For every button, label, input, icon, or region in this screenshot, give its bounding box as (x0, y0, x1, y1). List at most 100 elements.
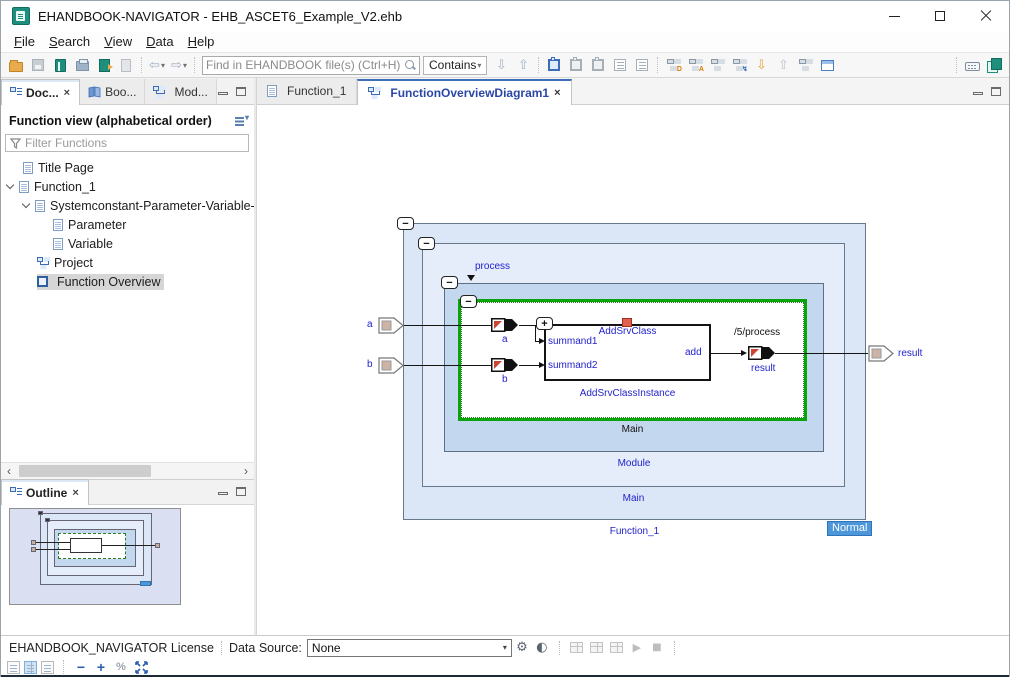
receive-block-b[interactable] (491, 358, 519, 372)
collapse-function-button[interactable]: − (397, 217, 414, 230)
tree-item-parameter[interactable]: Parameter (1, 215, 254, 234)
close-tab-icon[interactable]: × (63, 87, 71, 99)
single-page-view-button[interactable] (7, 661, 20, 674)
import-button[interactable]: ⇩ (751, 54, 771, 76)
tab-function-1[interactable]: Function_1 (257, 78, 357, 104)
pdf-icon (121, 59, 131, 72)
zoom-out-button[interactable]: − (72, 659, 90, 675)
tree-item-function-1[interactable]: Function_1 (1, 177, 254, 196)
export-ebook-button[interactable] (94, 54, 114, 76)
contains-dropdown[interactable]: Contains ▾ (423, 56, 487, 75)
tab-bookmarks[interactable]: Boo... (80, 79, 145, 104)
navigator-tab-row: Doc... × Boo... Mod... (1, 78, 254, 105)
panel-minimize-button[interactable] (218, 92, 228, 95)
tree-item-function-overview[interactable]: Function Overview (1, 272, 254, 291)
ebook-button[interactable] (50, 54, 70, 76)
outline-thumbnail[interactable] (9, 508, 181, 605)
port-a[interactable] (378, 317, 405, 334)
tree-item-variable[interactable]: Variable (1, 234, 254, 253)
panel-maximize-button[interactable] (236, 487, 246, 496)
panel-minimize-button[interactable] (218, 492, 228, 495)
window-close-button[interactable] (963, 1, 1009, 31)
window-minimize-button[interactable] (871, 1, 917, 31)
menu-data[interactable]: Data (139, 32, 180, 51)
measure-view-button[interactable] (568, 640, 586, 656)
collapse-task-button[interactable]: − (460, 295, 477, 308)
tree-item-systemconstant[interactable]: Systemconstant-Parameter-Variable-C (1, 196, 254, 215)
diagram-data-button[interactable]: D (663, 54, 683, 76)
back-button[interactable]: ⇦▾ (147, 54, 167, 76)
tree-item-label: Function Overview (57, 275, 161, 289)
help-books-button[interactable] (984, 54, 1004, 76)
new-window-button[interactable] (817, 54, 837, 76)
next-result-button[interactable]: ⇩ (491, 54, 511, 76)
scrollbar-thumb[interactable] (19, 465, 151, 477)
zoom-percent-button[interactable]: % (112, 659, 130, 675)
contrast-button[interactable]: ◐ (533, 640, 551, 656)
save-button[interactable] (28, 54, 48, 76)
send-block-result[interactable] (748, 346, 776, 360)
editor-maximize-button[interactable] (991, 87, 1001, 96)
close-tab-icon[interactable]: × (554, 87, 560, 99)
diagram-navigate-button[interactable]: ↯ (729, 54, 749, 76)
view-menu-icon[interactable] (235, 116, 248, 126)
collapse-main-button[interactable]: − (418, 237, 435, 250)
fit-to-view-button[interactable] (132, 659, 150, 675)
panel-maximize-button[interactable] (236, 87, 246, 96)
close-tab-icon[interactable]: × (71, 487, 79, 499)
wire-b-in (519, 365, 540, 366)
diagram-canvas[interactable]: − − − − + process (257, 105, 1009, 635)
filter-functions-input[interactable] (25, 136, 244, 150)
function-overview-button[interactable] (544, 54, 564, 76)
tree-item-project[interactable]: Project (1, 253, 254, 272)
diagram-plain-button[interactable] (707, 54, 727, 76)
open-file-button[interactable] (6, 54, 26, 76)
goto-parent-button[interactable] (566, 54, 586, 76)
start-button[interactable]: ▶ (628, 640, 646, 656)
menu-view[interactable]: View (97, 32, 139, 51)
window-maximize-button[interactable] (917, 1, 963, 31)
port-result[interactable] (868, 345, 895, 362)
port-b[interactable] (378, 357, 405, 374)
menu-file[interactable]: File (7, 32, 42, 51)
previous-result-button[interactable]: ⇧ (513, 54, 533, 76)
pdf-button[interactable] (116, 54, 136, 76)
tab-documents[interactable]: Doc... × (1, 79, 80, 105)
expander-icon[interactable] (6, 181, 14, 189)
main-label: Main (422, 493, 845, 504)
export-up-button[interactable]: ⇧ (773, 54, 793, 76)
zoom-in-button[interactable]: + (92, 659, 110, 675)
editor-minimize-button[interactable] (973, 92, 983, 95)
collapse-module-button[interactable]: − (441, 276, 458, 289)
scrollbar-track[interactable] (17, 463, 238, 479)
menu-search[interactable]: Search (42, 32, 97, 51)
receive-block-a[interactable] (491, 318, 519, 332)
data-source-select[interactable]: None ▾ (307, 639, 512, 657)
keyboard-shortcuts-button[interactable] (962, 54, 982, 76)
menu-help[interactable]: Help (181, 32, 222, 51)
goto-child-button[interactable] (588, 54, 608, 76)
tree-item-title-page[interactable]: Title Page (1, 158, 254, 177)
diagram-annotate-button[interactable]: A (685, 54, 705, 76)
expand-class-button[interactable]: + (536, 317, 553, 330)
scroll-right-arrow[interactable]: › (238, 464, 254, 479)
diagram-compare-button[interactable] (795, 54, 815, 76)
tab-outline[interactable]: Outline × (1, 479, 89, 505)
stop-button[interactable]: ■ (648, 640, 666, 656)
print-button[interactable] (72, 54, 92, 76)
calibrate-view-button[interactable] (588, 640, 606, 656)
table-view-button[interactable] (632, 54, 652, 76)
forward-button[interactable]: ⇨▾ (169, 54, 189, 76)
tab-models[interactable]: Mod... (145, 79, 216, 104)
tab-function-overview-diagram[interactable]: FunctionOverviewDiagram1 × (357, 79, 571, 105)
wire-result (775, 353, 868, 354)
experiment-view-button[interactable] (608, 640, 626, 656)
list-view-button[interactable] (610, 54, 630, 76)
settings-button[interactable]: ⚙ (513, 640, 531, 656)
expander-icon[interactable] (22, 200, 30, 208)
thumbnail-view-button[interactable] (41, 661, 54, 674)
find-input[interactable] (206, 58, 404, 72)
arrow-up-icon: ⇧ (518, 59, 529, 72)
scroll-left-arrow[interactable]: ‹ (1, 464, 17, 479)
split-page-view-button[interactable] (24, 661, 37, 674)
